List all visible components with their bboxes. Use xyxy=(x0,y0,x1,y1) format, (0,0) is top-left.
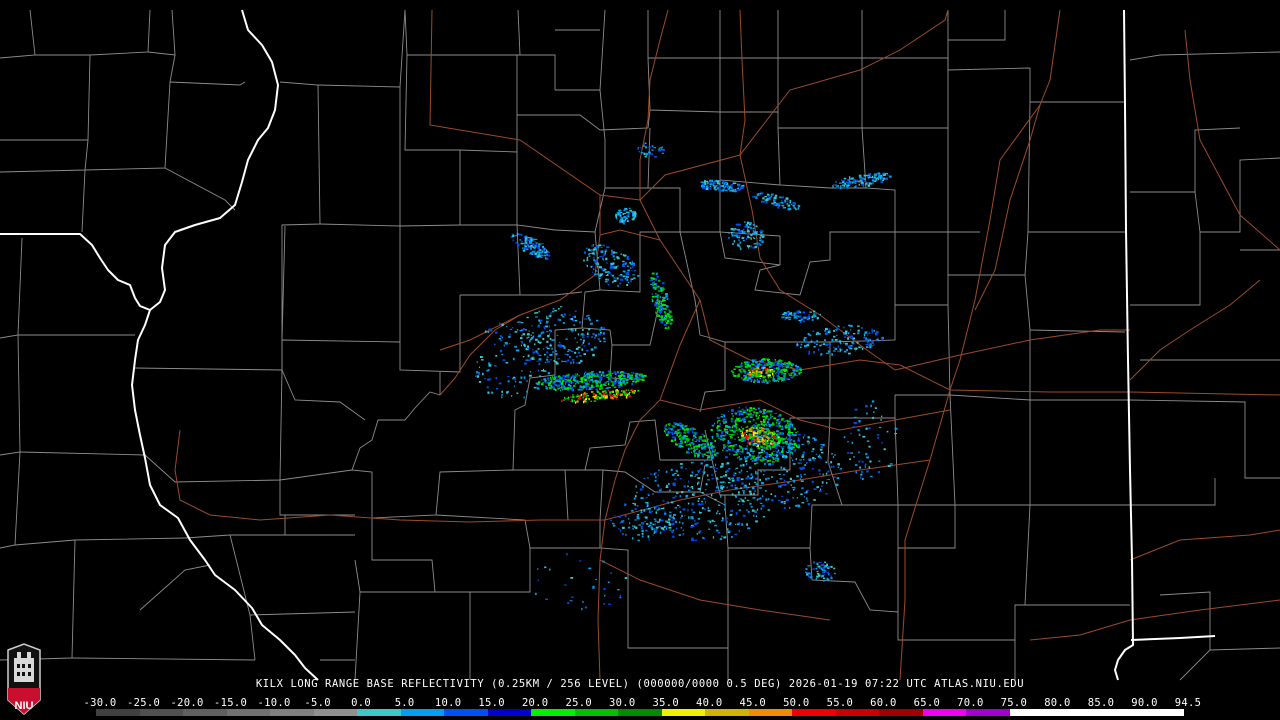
colorbar-segment xyxy=(139,709,184,716)
colorbar-segment xyxy=(183,709,227,716)
colorbar-segment xyxy=(1096,709,1141,716)
scale-label: 45.0 xyxy=(739,697,767,709)
colorbar-segment xyxy=(922,709,967,716)
colorbar-segment xyxy=(1009,709,1054,716)
colorbar-segment xyxy=(313,709,358,716)
radar-map: NIU xyxy=(0,0,1280,720)
product-caption: KILX LONG RANGE BASE REFLECTIVITY (0.25K… xyxy=(255,678,1025,690)
scale-label: 10.0 xyxy=(434,697,462,709)
colorbar-segment xyxy=(792,709,836,716)
colorbar-segment xyxy=(270,709,314,716)
colorbar-segment xyxy=(879,709,923,716)
niu-logo-text: NIU xyxy=(15,700,34,712)
colorbar-segment xyxy=(226,709,271,716)
scale-label: 20.0 xyxy=(521,697,549,709)
scale-label: 40.0 xyxy=(696,697,723,709)
scale-label: 5.0 xyxy=(394,697,415,709)
colorbar-segment xyxy=(705,709,749,716)
scale-label: 30.0 xyxy=(608,697,636,709)
scale-label: 15.0 xyxy=(478,697,505,709)
scale-label: 85.0 xyxy=(1087,697,1115,709)
colorbar-segment xyxy=(574,709,619,716)
scale-label: 65.0 xyxy=(913,697,941,709)
scale-label: 25.0 xyxy=(565,697,592,709)
scale-label: 55.0 xyxy=(826,697,854,709)
scale-label: 60.0 xyxy=(870,697,897,709)
scale-label: 94.5 xyxy=(1174,697,1202,709)
colorbar-segment xyxy=(400,709,445,716)
scale-label: -25.0 xyxy=(126,697,161,709)
scale-label: 50.0 xyxy=(783,697,810,709)
scale-label: -15.0 xyxy=(213,697,248,709)
scale-label: 35.0 xyxy=(652,697,679,709)
scale-label: 75.0 xyxy=(1000,697,1028,709)
colorbar-segment xyxy=(96,709,140,716)
colorbar-segment xyxy=(444,709,488,716)
scale-label: 0.0 xyxy=(351,697,372,709)
colorbar-segment xyxy=(487,709,532,716)
colorbar-segment xyxy=(531,709,575,716)
scale-label: -20.0 xyxy=(170,697,204,709)
scale-label: 90.0 xyxy=(1131,697,1158,709)
colorbar-segment xyxy=(966,709,1010,716)
colorbar-segment xyxy=(835,709,880,716)
reflectivity-scale-labels: -30.0 -25.0 -20.0 -15.0 -10.0 -5.0 0.0 5.0 10.0 1… xyxy=(83,697,1201,709)
reflectivity-colorbar xyxy=(96,709,1184,716)
colorbar-segment xyxy=(357,709,401,716)
colorbar-segment xyxy=(748,709,793,716)
colorbar-segment xyxy=(661,709,706,716)
scale-label: -5.0 xyxy=(304,697,331,709)
scale-label: 70.0 xyxy=(957,697,984,709)
colorbar-segment xyxy=(1140,709,1184,716)
colorbar-segment xyxy=(1053,709,1097,716)
colorbar-segment xyxy=(618,709,662,716)
scale-label: -30.0 xyxy=(83,697,117,709)
scale-label: -10.0 xyxy=(257,697,291,709)
scale-label: 80.0 xyxy=(1044,697,1071,709)
